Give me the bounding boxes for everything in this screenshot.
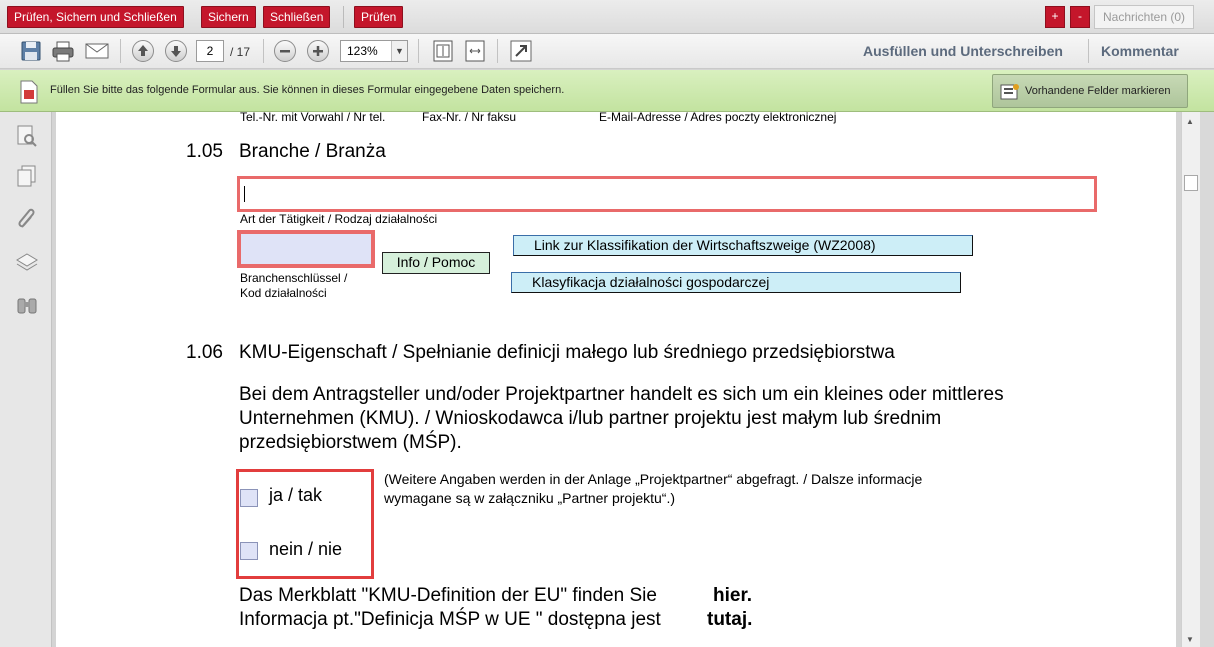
form-info-text: Füllen Sie bitte das folgende Formular a… [50,84,565,96]
scroll-up-icon[interactable]: ▲ [1186,117,1194,126]
section-number: 1.06 [186,342,223,363]
zoom-select[interactable]: 123% ▼ [340,40,408,62]
divider [120,39,121,63]
sme-note-line: wymagane są w załączniku „Partner projek… [384,490,676,506]
text-cursor [244,186,245,202]
divider [418,39,419,63]
section-title: Branche / Branża [239,141,386,162]
industry-code-label: Branchenschlüssel / [240,271,348,285]
highlight-fields-button[interactable]: Vorhandene Felder markieren [992,74,1188,108]
chevron-down-icon[interactable]: ▼ [391,41,407,61]
section-number: 1.05 [186,141,223,162]
industry-code-input[interactable] [237,230,375,268]
activity-input[interactable] [237,176,1097,212]
toolbar: 2 / 17 123% ▼ Ausfüllen und Unterschreib… [0,34,1214,69]
sme-paragraph-line: Bei dem Antragsteller und/oder Projektpa… [239,384,1004,405]
fullscreen-icon[interactable] [508,39,534,63]
save-button[interactable]: Sichern [201,6,256,28]
sme-definition-link[interactable]: tutaj. [707,609,752,631]
fit-page-icon[interactable] [430,39,456,63]
sme-factsheet-link[interactable]: hier. [713,585,752,607]
layers-icon[interactable] [15,251,39,275]
collapse-button[interactable]: - [1070,6,1090,28]
email-icon[interactable] [84,39,110,63]
sme-yes-label: ja / tak [269,485,323,505]
next-page-icon[interactable] [165,40,187,62]
messages-button[interactable]: Nachrichten (0) [1094,5,1194,29]
form-info-bar: Füllen Sie bitte das folgende Formular a… [0,70,1214,112]
zoom-out-icon[interactable] [274,40,296,62]
page-thumbnails-icon[interactable] [15,124,39,148]
sme-paragraph-line: Unternehmen (KMU). / Wnioskodawca i/lub … [239,408,942,429]
scroll-down-icon[interactable]: ▼ [1186,635,1194,644]
form-document-icon [18,80,40,109]
zoom-value: 123% [347,44,378,58]
info-help-button[interactable]: Info / Pomoc [382,252,490,274]
classification-link-pl[interactable]: Klasyfikacja działalności gospodarczej [511,272,961,293]
sme-note-line: (Weitere Angaben werden in der Anlage „P… [384,471,923,487]
close-button[interactable]: Schließen [263,6,331,28]
check-button[interactable]: Prüfen [354,6,404,28]
vertical-scrollbar[interactable]: ▲ ▼ [1181,112,1200,647]
page-total: / 17 [230,45,251,59]
sme-paragraph-line: przedsiębiorstwem (MŚP). [239,432,462,453]
divider [263,39,264,63]
fill-and-sign-link[interactable]: Ausfüllen und Unterschreiben [863,43,1063,59]
sme-factsheet-text: Das Merkblatt "KMU-Definition der EU" fi… [239,585,657,606]
section-title: KMU-Eigenschaft / Spełnianie definicji m… [239,342,895,363]
sme-no-label: nein / nie [269,539,343,559]
industry-code-label: Kod działalności [240,286,327,300]
divider [343,6,344,28]
expand-button[interactable]: + [1045,6,1065,28]
zoom-in-icon[interactable] [307,40,329,62]
action-bar: Prüfen, Sichern und Schließen Sichern Sc… [0,0,1214,34]
check-save-close-button[interactable]: Prüfen, Sichern und Schließen [7,6,184,28]
sme-yes-checkbox[interactable] [240,489,258,507]
activity-label: Art der Tätigkeit / Rodzaj działalności [240,212,438,226]
pages-icon[interactable] [15,164,39,188]
fit-width-icon[interactable] [462,39,488,63]
scrollbar-thumb[interactable] [1184,175,1198,191]
highlight-fields-label: Vorhandene Felder markieren [1025,85,1171,97]
print-icon[interactable] [50,39,76,63]
divider [1088,39,1089,63]
page-number-input[interactable]: 2 [196,40,224,62]
navigation-sidebar [0,112,52,647]
document-page: Tel.-Nr. mit Vorwahl / Nr tel. Fax-Nr. /… [56,112,1176,647]
highlight-fields-icon [1000,82,1020,114]
classification-link-wz2008[interactable]: Link zur Klassifikation der Wirtschaftsz… [513,235,973,256]
email-label: E-Mail-Adresse / Adres poczty elektronic… [599,112,837,124]
previous-page-icon[interactable] [132,40,154,62]
fax-label: Fax-Nr. / Nr faksu [422,112,517,124]
comment-link[interactable]: Kommentar [1101,43,1179,59]
window-edge [1200,112,1214,647]
save-disk-icon[interactable] [18,39,44,63]
binoculars-icon[interactable] [15,293,39,317]
attachment-icon[interactable] [15,207,39,231]
divider [497,39,498,63]
sme-definition-text: Informacja pt."Definicja MŚP w UE " dost… [239,609,661,630]
tel-label: Tel.-Nr. mit Vorwahl / Nr tel. [240,112,386,124]
sme-no-checkbox[interactable] [240,542,258,560]
